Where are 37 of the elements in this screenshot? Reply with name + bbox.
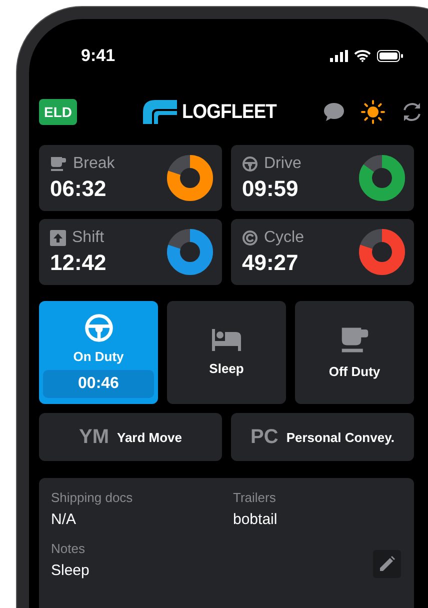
logo-icon [143,100,177,124]
timer-value: 09:59 [242,176,300,202]
duty-timer: 00:46 [43,370,154,398]
status-time: 9:41 [81,46,116,66]
timer-label: Drive [264,154,302,172]
timer-label: Shift [72,228,104,246]
field-label: Trailers [233,490,277,505]
logo-text: LOGFLEET [182,100,276,124]
refresh-icon[interactable] [401,101,423,123]
field-value: bobtail [233,511,278,528]
cup-icon [50,156,67,172]
pencil-icon [379,556,395,572]
timer-value: 06:32 [50,176,108,202]
wifi-icon [354,50,371,62]
sun-icon[interactable] [361,100,385,124]
duty-status-button[interactable]: Off Duty [295,301,414,404]
timer-value: 49:27 [242,250,300,276]
cup-icon [340,326,370,354]
field-value: Sleep [51,562,90,579]
signal-icon [330,50,348,62]
steering-wheel-icon [242,156,258,172]
timer-label: Break [73,154,115,172]
steering-wheel-icon [84,313,114,343]
edit-button[interactable] [373,550,401,578]
duty-status-button[interactable]: Sleep [167,301,286,404]
cycle-icon [242,230,258,246]
battery-icon [377,50,403,62]
special-move-button[interactable]: PC Personal Convey. [231,413,414,461]
timer-value: 12:42 [50,250,106,276]
special-move-button[interactable]: YM Yard Move [39,413,222,461]
chat-bubble-icon[interactable] [323,102,345,122]
bed-icon [212,329,242,351]
field-label: Shipping docs [51,490,134,505]
duty-status-button[interactable]: On Duty 00:46 [39,301,158,404]
timer-label: Cycle [264,228,304,246]
field-label: Notes [51,541,86,556]
field-value: N/A [51,511,78,528]
